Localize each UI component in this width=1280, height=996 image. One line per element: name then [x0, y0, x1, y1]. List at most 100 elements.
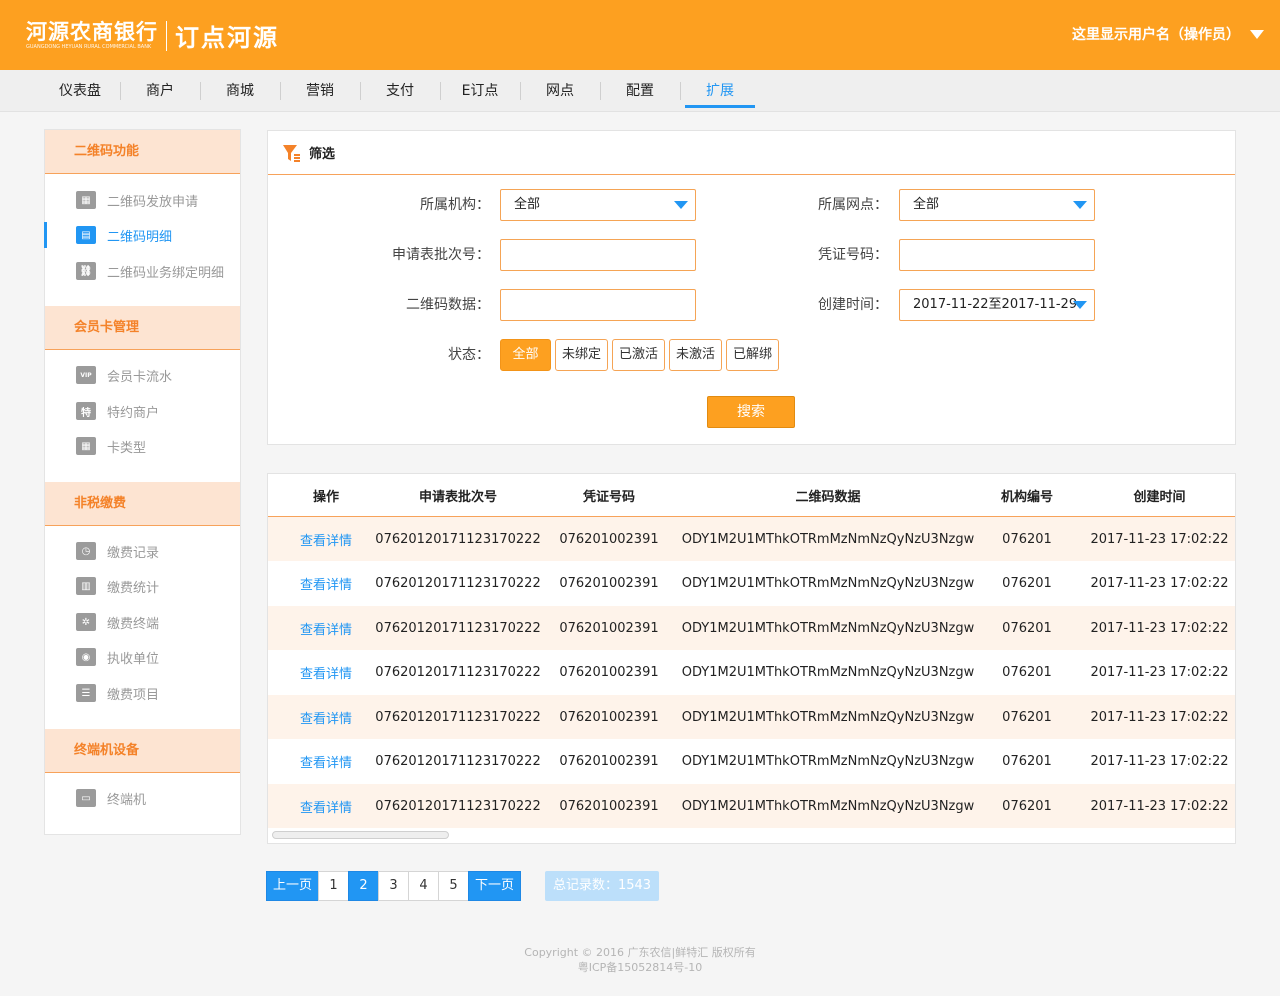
sidebar-item-payment-terminal[interactable]: ✲ 缴费终端: [45, 607, 240, 637]
column-header-org-code: 机构编号: [1000, 489, 1053, 505]
cell-batch: 07620120171123170222: [375, 754, 541, 769]
cell-qrdata: ODY1M2U1MThkOTRmMzNmNzQyNzU3Nzgw: [681, 798, 975, 814]
view-detail-link[interactable]: 查看详情: [268, 517, 384, 561]
cell-created: 2017-11-23 17:02:22: [1090, 798, 1229, 814]
sidebar-item-qr-apply[interactable]: ▦ 二维码发放申请: [45, 185, 240, 215]
cell-created: 2017-11-23 17:02:22: [1090, 754, 1229, 769]
cell-org-code: 076201: [1002, 531, 1052, 547]
pagination: 上一页 1 2 3 4 5 下一页: [266, 871, 521, 901]
org-select[interactable]: 全部: [500, 189, 696, 221]
cell-org-code: 076201: [1002, 576, 1052, 591]
nav-item-dashboard[interactable]: 仪表盘: [40, 70, 120, 112]
page-5-button[interactable]: 5: [438, 871, 469, 901]
status-all-button[interactable]: 全部: [500, 339, 551, 371]
date-range-select[interactable]: 2017-11-22至2017-11-29: [899, 289, 1095, 321]
page-1-button[interactable]: 1: [318, 871, 349, 901]
special-merchant-icon: 特: [76, 402, 96, 420]
view-detail-link[interactable]: 查看详情: [268, 695, 384, 739]
prev-page-button[interactable]: 上一页: [266, 871, 319, 901]
sidebar-section-non-tax[interactable]: 非税缴费: [45, 482, 240, 526]
table-row: 查看详情 07620120171123170222 076201002391 ODY1…: [268, 695, 1235, 739]
page-4-button[interactable]: 4: [408, 871, 439, 901]
cell-org-code: 076201: [1002, 620, 1052, 636]
sidebar-item-qr-detail[interactable]: ▤ 二维码明细: [44, 220, 240, 250]
table-row: 查看详情 07620120171123170222 076201002391 ODY1…: [268, 740, 1235, 784]
sidebar: 二维码功能 ▦ 二维码发放申请 ▤ 二维码明细 ⛓ 二维码业务绑定明细 会员卡管…: [44, 129, 241, 835]
nav-item-e-order[interactable]: E订点: [440, 70, 520, 112]
link-icon: ⛓: [76, 262, 96, 280]
cell-created: 2017-11-23 17:02:22: [1090, 709, 1229, 725]
status-unbound-button[interactable]: 未绑定: [555, 339, 609, 371]
cell-voucher: 076201002391: [559, 620, 659, 636]
column-header-voucher: 凭证号码: [582, 489, 635, 505]
column-header-batch: 申请表批次号: [418, 489, 497, 505]
nav-item-extend[interactable]: 扩展: [680, 70, 760, 112]
next-page-button[interactable]: 下一页: [468, 871, 521, 901]
table-row: 查看详情 07620120171123170222 076201002391 ODY1…: [268, 784, 1235, 828]
branch-select[interactable]: 全部: [899, 189, 1095, 221]
cell-batch: 07620120171123170222: [375, 531, 541, 547]
view-detail-link[interactable]: 查看详情: [268, 740, 384, 784]
sidebar-item-payment-record[interactable]: ◷ 缴费记录: [45, 536, 240, 566]
sidebar-item-label: 二维码发放申请: [107, 194, 199, 210]
cell-voucher: 076201002391: [559, 754, 659, 769]
app-name: 订点河源: [175, 24, 279, 52]
page-2-button[interactable]: 2: [348, 871, 379, 901]
sidebar-item-special-merchant[interactable]: 特 特约商户: [45, 396, 240, 426]
voucher-input[interactable]: [899, 239, 1095, 271]
table-header: 操作 申请表批次号 凭证号码 二维码数据 机构编号 创建时间: [268, 474, 1235, 517]
sidebar-item-qr-binding[interactable]: ⛓ 二维码业务绑定明细: [45, 256, 240, 286]
logo[interactable]: 河源农商银行 GUANGDONG HEYUAN RURAL COMMERCIAL…: [26, 18, 279, 53]
sidebar-item-payment-item[interactable]: ☰ 缴费项目: [45, 678, 240, 708]
cell-org-code: 076201: [1002, 754, 1052, 769]
user-menu[interactable]: 这里显示用户名（操作员）: [1072, 24, 1264, 44]
batch-input[interactable]: [500, 239, 696, 271]
qrdata-input[interactable]: [500, 289, 696, 321]
sidebar-item-label: 缴费项目: [107, 687, 160, 703]
monitor-icon: ▭: [76, 789, 96, 807]
nav-item-mall[interactable]: 商城: [200, 70, 280, 112]
status-label: 状态：: [448, 347, 490, 363]
sidebar-item-label: 缴费统计: [107, 580, 160, 596]
sidebar-item-card-type[interactable]: ▦ 卡类型: [45, 431, 240, 461]
cell-batch: 07620120171123170222: [375, 620, 541, 636]
status-inactive-button[interactable]: 未激活: [669, 339, 723, 371]
page-3-button[interactable]: 3: [378, 871, 409, 901]
nav-item-merchant[interactable]: 商户: [120, 70, 200, 112]
table-row: 查看详情 07620120171123170222 076201002391 ODY1…: [268, 562, 1235, 606]
view-detail-link[interactable]: 查看详情: [268, 562, 384, 606]
card-type-icon: ▦: [76, 437, 96, 455]
cell-voucher: 076201002391: [559, 576, 659, 591]
sidebar-section-terminal-device[interactable]: 终端机设备: [45, 729, 240, 773]
cell-batch: 07620120171123170222: [375, 665, 541, 680]
sidebar-item-card-flow[interactable]: VIP 会员卡流水: [45, 360, 240, 390]
table-row: 查看详情 07620120171123170222 076201002391 ODY1…: [268, 606, 1235, 650]
nav-item-config[interactable]: 配置: [600, 70, 680, 112]
nav-item-marketing[interactable]: 营销: [280, 70, 360, 112]
search-button[interactable]: 搜索: [707, 396, 795, 428]
sidebar-item-collection-unit[interactable]: ◉ 执收单位: [45, 642, 240, 672]
sidebar-item-terminal[interactable]: ▭ 终端机: [45, 783, 240, 813]
horizontal-scrollbar[interactable]: [272, 831, 449, 839]
cell-org-code: 076201: [1002, 665, 1052, 680]
nav-item-payment[interactable]: 支付: [360, 70, 440, 112]
org-select-value: 全部: [514, 197, 541, 212]
status-activated-button[interactable]: 已激活: [612, 339, 666, 371]
main-nav: 仪表盘 商户 商城 营销 支付 E订点 网点 配置 扩展: [0, 70, 1280, 112]
status-filter-group: 全部 未绑定 已激活 未激活 已解绑: [500, 339, 780, 371]
footer: Copyright © 2016 广东农信|鲜特汇 版权所有 粤ICP备1505…: [0, 945, 1280, 975]
sidebar-item-label: 缴费终端: [107, 616, 160, 632]
view-detail-link[interactable]: 查看详情: [268, 606, 384, 650]
branch-select-value: 全部: [913, 197, 940, 212]
vip-card-icon: VIP: [76, 366, 96, 384]
view-detail-link[interactable]: 查看详情: [268, 651, 384, 695]
nav-item-branch[interactable]: 网点: [520, 70, 600, 112]
view-detail-link[interactable]: 查看详情: [268, 784, 384, 828]
status-unbound-released-button[interactable]: 已解绑: [726, 339, 780, 371]
cell-batch: 07620120171123170222: [375, 709, 541, 725]
column-header-action: 操作: [312, 489, 339, 505]
sidebar-item-payment-stats[interactable]: ▥ 缴费统计: [45, 571, 240, 601]
sidebar-section-member-card[interactable]: 会员卡管理: [45, 306, 240, 350]
copyright-text: Copyright © 2016 广东农信|鲜特汇 版权所有: [524, 946, 756, 959]
sidebar-section-qr[interactable]: 二维码功能: [45, 130, 240, 174]
